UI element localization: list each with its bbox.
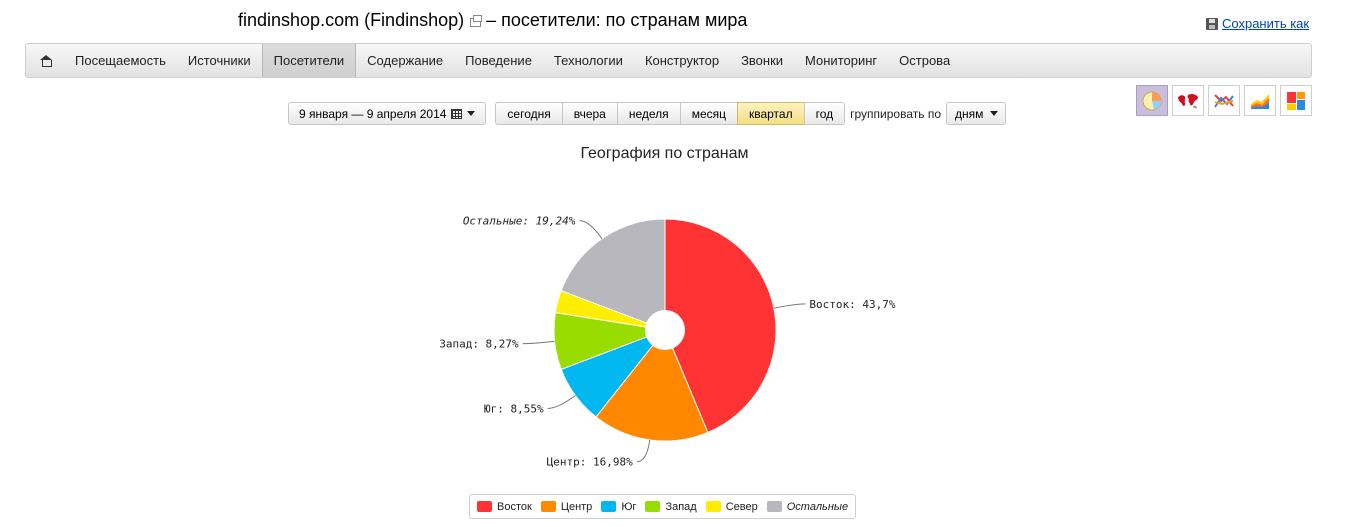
line-chart-view-button[interactable] (1208, 85, 1240, 116)
title-row: findinshop.com (Findinshop) – посетители… (238, 8, 747, 32)
pie-chart-view-button[interactable] (1136, 85, 1168, 116)
date-range-text: 9 января — 9 апреля 2014 (299, 106, 447, 121)
nav-home[interactable] (26, 44, 64, 77)
caret-down-icon (467, 111, 476, 116)
legend-swatch-5 (766, 501, 782, 512)
world-map-view-button[interactable] (1172, 85, 1204, 116)
external-window-icon[interactable] (470, 14, 483, 27)
nav-item-istochniki[interactable]: Источники (177, 44, 262, 77)
floppy-disk-icon (1206, 17, 1218, 30)
legend-item-2[interactable]: Юг (601, 501, 636, 513)
legend-label-1: Центр (560, 500, 593, 513)
legend-item-4[interactable]: Север (705, 500, 758, 513)
legend-label-0: Восток (497, 500, 532, 513)
world-map-icon (1178, 93, 1198, 108)
nav-item-poseshchaemost[interactable]: Посещаемость (64, 44, 177, 77)
slice-label-5: Остальные: 19,24% (463, 215, 576, 228)
slice-connector-3 (522, 340, 555, 345)
chart-legend: Восток Центр Юг Запад Север Остальные (469, 494, 857, 519)
nav-item-ostrova[interactable]: Острова (888, 44, 961, 77)
line-chart-icon (1214, 93, 1234, 108)
period-year-button[interactable]: год (803, 102, 846, 125)
nav-item-monitoring[interactable]: Мониторинг (794, 44, 888, 77)
site-title: findinshop.com (Findinshop) (238, 9, 465, 30)
nav-item-soderzhanie[interactable]: Содержание (356, 44, 454, 77)
group-by-select[interactable]: дням (946, 102, 1007, 125)
pie-center-hole (645, 310, 685, 350)
slice-label-0: Восток: 43,7% (809, 298, 895, 311)
date-range-picker[interactable]: 9 января — 9 апреля 2014 (288, 102, 487, 125)
legend-label-5: Остальные (786, 500, 849, 513)
save-as-link[interactable]: Сохранить как (1222, 16, 1309, 31)
period-quarter-button[interactable]: квартал (736, 102, 805, 125)
slice-label-1: Центр: 16,98% (547, 456, 633, 469)
group-by-value: дням (955, 106, 984, 121)
treemap-view-button[interactable] (1280, 85, 1312, 116)
legend-swatch-2 (601, 501, 617, 512)
legend-item-5[interactable]: Остальные (766, 500, 849, 513)
save-as[interactable]: Сохранить как (1206, 16, 1309, 31)
slice-connector-1 (636, 439, 651, 463)
nav-item-zvonki[interactable]: Звонки (730, 44, 794, 77)
legend-swatch-4 (705, 501, 721, 512)
legend-label-3: Запад (665, 500, 697, 513)
nav-item-posetiteli[interactable]: Посетители (261, 44, 357, 77)
chart-title: География по странам (580, 145, 749, 162)
nav-item-konstruktor[interactable]: Конструктор (634, 44, 730, 77)
home-icon (39, 55, 52, 67)
nav-item-povedenie[interactable]: Поведение (454, 44, 543, 77)
group-by-label: группировать по (850, 106, 942, 121)
slice-connector-2 (547, 395, 576, 409)
nav-item-tekhnologii[interactable]: Технологии (543, 44, 634, 77)
calendar-icon (451, 108, 463, 119)
legend-swatch-3 (645, 501, 661, 512)
period-week-button[interactable]: неделя (616, 102, 681, 125)
area-chart-view-button[interactable] (1244, 85, 1276, 116)
slice-label-2: Юг: 8,55% (484, 402, 544, 415)
legend-label-2: Юг (621, 500, 637, 513)
slice-connector-0 (773, 303, 806, 309)
caret-down-icon (990, 111, 999, 116)
legend-label-4: Север (725, 500, 758, 513)
pie-chart: Восток: 43,7% Центр: 16,98% Юг: 8,55% Запад… (439, 215, 896, 469)
period-today-button[interactable]: сегодня (495, 102, 563, 125)
legend-item-0[interactable]: Восток (477, 501, 532, 513)
legend-swatch-1 (540, 501, 556, 512)
main-navbar: Посещаемость Источники Посетители Содерж… (25, 43, 1312, 78)
pie-chart-icon (1142, 91, 1162, 110)
treemap-icon (1287, 91, 1305, 110)
period-month-button[interactable]: месяц (679, 102, 738, 125)
legend-item-3[interactable]: Запад (645, 500, 697, 513)
chart-type-switcher (1136, 85, 1312, 116)
page-subtitle: – посетители: по странам мира (486, 9, 748, 30)
period-controls: 9 января — 9 апреля 2014 сегодня вчера н… (288, 102, 1007, 125)
area-chart-icon (1251, 93, 1269, 109)
legend-item-1[interactable]: Центр (540, 500, 593, 513)
period-button-group: сегодня вчера неделя месяц квартал год (495, 102, 846, 125)
slice-connector-5 (579, 220, 603, 239)
period-yesterday-button[interactable]: вчера (561, 102, 618, 125)
legend-swatch-0 (477, 501, 492, 512)
slice-label-3: Запад: 8,27% (439, 338, 519, 351)
